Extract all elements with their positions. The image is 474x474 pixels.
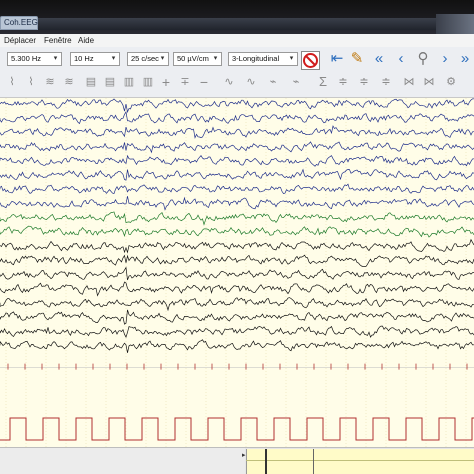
filter-icon[interactable]: ⋈ [400,74,418,90]
channel-tool-icon[interactable]: ≋ [60,74,78,90]
title-bar: Coh.EEG [0,0,474,34]
double-left-icon[interactable]: « [370,50,388,68]
waveform-icon[interactable]: ∿ [242,74,260,90]
low-filter-value: 5.300 Hz [11,54,42,63]
channel-tool-icon[interactable]: ▤ [82,74,100,90]
chevron-down-icon[interactable]: ▾ [109,54,118,64]
channel-tool-icon[interactable]: ⌇ [22,74,40,90]
scrollbar-left-area [0,448,245,474]
title-glare [436,14,474,34]
stop-button[interactable] [301,51,320,70]
scroll-marker [313,449,314,474]
trace-background [0,98,474,447]
no-entry-icon [303,53,318,68]
menu-item-aide[interactable]: Aide [78,36,94,45]
plus-icon[interactable]: + [157,74,175,90]
high-filter-value: 10 Hz [74,54,94,63]
first-icon[interactable]: ⇤ [328,50,346,68]
eeg-trace-panel[interactable] [0,98,474,447]
equalizer-icon[interactable]: ≑ [355,74,373,90]
zoom-icon[interactable]: ⚲ [414,50,432,68]
trend-icon[interactable]: ⌁ [264,74,282,90]
left-icon[interactable]: ‹ [392,50,410,68]
sensitivity-value: 50 µV/cm [177,54,209,63]
timebase-select[interactable]: 25 c/sec ▾ [127,52,169,66]
waveform-icon[interactable]: ∿ [220,74,238,90]
window-tab[interactable]: Coh.EEG [0,16,38,30]
scroll-track-line [246,460,474,461]
window-title: Coh.EEG [4,18,38,27]
scroll-thumb[interactable] [265,449,267,474]
eeg-traces [0,98,474,447]
chevron-down-icon[interactable]: ▾ [158,54,167,64]
channel-tool-icon[interactable]: ▤ [101,74,119,90]
minus-icon[interactable]: − [195,74,213,90]
montage-value: 3-Longitudinal [232,54,280,63]
toolbar: 5.300 Hz ▾ 10 Hz ▾ 25 c/sec ▾ 50 µV/cm ▾… [0,47,474,98]
filter-icon[interactable]: ⋈ [420,74,438,90]
scale-up-icon[interactable]: ∓ [176,74,194,90]
eeg-app-window: Coh.EEG Déplacer Fenêtre Aide 5.300 Hz ▾… [0,0,474,474]
menu-item-deplacer[interactable]: Déplacer [4,36,36,45]
trend-icon[interactable]: ⌁ [287,74,305,90]
scroll-arrow-icon[interactable]: ▸ [242,451,251,461]
channel-tool-icon[interactable]: ⌇ [3,74,21,90]
channel-tool-icon[interactable]: ▥ [139,74,157,90]
equalizer-icon[interactable]: ≑ [377,74,395,90]
settings-icon[interactable]: ⚙ [442,74,460,90]
chevron-down-icon[interactable]: ▾ [51,54,60,64]
bookmark-icon[interactable]: ✎ [348,50,366,68]
chevron-down-icon[interactable]: ▾ [287,54,296,64]
scroll-track[interactable] [246,449,474,474]
double-right-icon[interactable]: » [456,50,474,68]
time-scrollbar[interactable]: ▸ [0,447,474,474]
menu-bar: Déplacer Fenêtre Aide [0,34,474,47]
menu-item-fenetre[interactable]: Fenêtre [44,36,72,45]
sum-icon[interactable]: Σ [314,74,332,90]
timebase-value: 25 c/sec [131,54,159,63]
channel-tool-icon[interactable]: ≋ [41,74,59,90]
channel-tool-icon[interactable]: ▥ [120,74,138,90]
montage-select[interactable]: 3-Longitudinal ▾ [228,52,298,66]
equalizer-icon[interactable]: ≑ [334,74,352,90]
chevron-down-icon[interactable]: ▾ [211,54,220,64]
high-filter-select[interactable]: 10 Hz ▾ [70,52,120,66]
right-icon[interactable]: › [436,50,454,68]
sensitivity-select[interactable]: 50 µV/cm ▾ [173,52,222,66]
title-strip [38,18,436,30]
low-filter-select[interactable]: 5.300 Hz ▾ [7,52,62,66]
